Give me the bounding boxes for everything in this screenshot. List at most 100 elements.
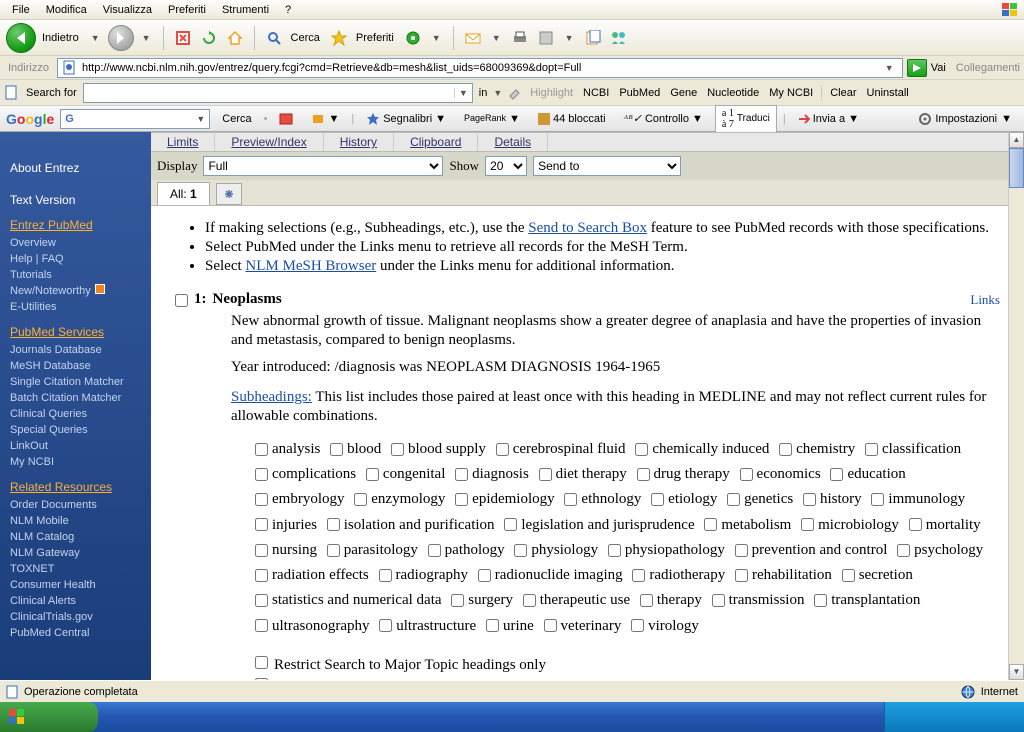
subheading-item[interactable]: diet therapy (539, 463, 627, 486)
sidebar-item[interactable]: Help | FAQ (10, 251, 151, 267)
menu-tools[interactable]: Strumenti (214, 2, 277, 18)
subheading-checkbox[interactable] (255, 443, 268, 456)
sidebar-item[interactable]: LinkOut (10, 438, 151, 454)
sidebar-item[interactable]: E-Utilities (10, 299, 151, 315)
settings-icon[interactable] (216, 183, 242, 205)
subheading-item[interactable]: radionuclide imaging (478, 564, 623, 587)
subheading-checkbox[interactable] (803, 493, 816, 506)
subheading-checkbox[interactable] (830, 468, 843, 481)
subheading-item[interactable]: genetics (727, 488, 793, 511)
sidebar-item[interactable]: Single Citation Matcher (10, 374, 151, 390)
nav-pubmed[interactable]: PubMed (617, 87, 662, 99)
links-toolbar[interactable]: Collegamenti (956, 62, 1020, 74)
subheading-item[interactable]: education (830, 463, 905, 486)
subheading-item[interactable]: ethnology (564, 488, 641, 511)
edit-icon[interactable] (535, 27, 557, 49)
result-links-menu[interactable]: Links (970, 292, 1000, 308)
sidebar-item[interactable]: TOXNET (10, 561, 151, 577)
google-sendto[interactable]: Invia a▼ (792, 111, 865, 127)
subheading-item[interactable]: etiology (651, 488, 717, 511)
subheading-checkbox[interactable] (909, 518, 922, 531)
subheading-checkbox[interactable] (255, 594, 268, 607)
favorites-icon[interactable] (328, 27, 350, 49)
all-tab[interactable]: All: 1 (157, 182, 210, 205)
subheading-item[interactable]: immunology (871, 488, 965, 511)
subheading-item[interactable]: legislation and jurisprudence (504, 514, 694, 537)
scroll-down-icon[interactable]: ▼ (1009, 664, 1024, 680)
media-icon[interactable] (402, 27, 424, 49)
google-search-input[interactable]: G ▼ (60, 109, 210, 129)
sidebar-item[interactable]: My NCBI (10, 454, 151, 470)
show-select[interactable]: 20 (485, 156, 527, 176)
subheading-checkbox[interactable] (514, 544, 527, 557)
subheading-item[interactable]: isolation and purification (327, 514, 495, 537)
google-translate[interactable]: a 1à 7Traduci (715, 105, 777, 133)
subheading-checkbox[interactable] (897, 544, 910, 557)
subheading-checkbox[interactable] (255, 619, 268, 632)
subheading-checkbox[interactable] (631, 619, 644, 632)
subheading-checkbox[interactable] (704, 518, 717, 531)
subheading-checkbox[interactable] (865, 443, 878, 456)
subheading-item[interactable]: classification (865, 438, 961, 461)
subheading-item[interactable]: chemically induced (635, 438, 769, 461)
vertical-scrollbar[interactable]: ▲ ▼ (1008, 132, 1024, 680)
subheading-checkbox[interactable] (539, 468, 552, 481)
subheading-checkbox[interactable] (327, 518, 340, 531)
subheading-item[interactable]: mortality (909, 514, 981, 537)
forward-button[interactable] (108, 25, 134, 51)
subheading-item[interactable]: transmission (712, 589, 805, 612)
subheading-checkbox[interactable] (801, 518, 814, 531)
tab-details[interactable]: Details (478, 133, 548, 151)
subheading-item[interactable]: cerebrospinal fluid (496, 438, 626, 461)
google-spellcheck[interactable]: ᴬᴮ✓Controllo▼ (618, 110, 709, 127)
subheading-checkbox[interactable] (735, 544, 748, 557)
subheading-checkbox[interactable] (740, 468, 753, 481)
sidebar-head-related[interactable]: Related Resources (10, 480, 151, 494)
tab-preview[interactable]: Preview/Index (215, 133, 323, 151)
google-pagerank[interactable]: PageRank▼ (458, 111, 526, 127)
subheading-checkbox[interactable] (504, 518, 517, 531)
subheading-item[interactable]: virology (631, 615, 699, 638)
sidebar-item[interactable]: Order Documents (10, 497, 151, 513)
subheading-item[interactable]: parasitology (327, 539, 418, 562)
sidebar-item[interactable]: Tutorials (10, 267, 151, 283)
subheading-item[interactable]: drug therapy (637, 463, 730, 486)
subheading-item[interactable]: psychology (897, 539, 983, 562)
back-dropdown[interactable]: ▼ (87, 33, 104, 43)
search-icon[interactable] (263, 27, 285, 49)
subheading-item[interactable]: veterinary (544, 615, 622, 638)
subheading-item[interactable]: rehabilitation (735, 564, 832, 587)
subheading-item[interactable]: transplantation (814, 589, 920, 612)
subheading-item[interactable]: nursing (255, 539, 317, 562)
nav-nucleotide[interactable]: Nucleotide (705, 87, 761, 99)
subheading-checkbox[interactable] (428, 544, 441, 557)
subheading-item[interactable]: urine (486, 615, 534, 638)
subheading-checkbox[interactable] (640, 594, 653, 607)
sidebar-head-services[interactable]: PubMed Services (10, 325, 151, 339)
subheading-item[interactable]: pathology (428, 539, 505, 562)
start-button[interactable] (0, 702, 98, 732)
google-blocked[interactable]: 44 bloccati (532, 111, 612, 127)
scroll-thumb[interactable] (1009, 148, 1024, 188)
go-button[interactable] (907, 59, 927, 77)
subheading-checkbox[interactable] (651, 493, 664, 506)
subheading-checkbox[interactable] (255, 544, 268, 557)
subheading-item[interactable]: history (803, 488, 862, 511)
subheading-checkbox[interactable] (637, 468, 650, 481)
sidebar-item[interactable]: NLM Gateway (10, 545, 151, 561)
subheading-checkbox[interactable] (712, 594, 725, 607)
forward-dropdown[interactable]: ▼ (138, 33, 155, 43)
menu-file[interactable]: File (4, 2, 38, 18)
sidebar-item[interactable]: MeSH Database (10, 358, 151, 374)
subheading-checkbox[interactable] (727, 493, 740, 506)
nav-myncbi[interactable]: My NCBI (767, 87, 815, 99)
subheading-checkbox[interactable] (455, 468, 468, 481)
sidebar-item[interactable]: Consumer Health (10, 577, 151, 593)
subheading-checkbox[interactable] (330, 443, 343, 456)
subheading-item[interactable]: ultrasonography (255, 615, 369, 638)
subheading-item[interactable]: ultrastructure (379, 615, 476, 638)
sidebar-about[interactable]: About Entrez (10, 160, 151, 176)
subheading-item[interactable]: statistics and numerical data (255, 589, 442, 612)
subheading-checkbox[interactable] (544, 619, 557, 632)
sidebar-item[interactable]: NLM Mobile (10, 513, 151, 529)
